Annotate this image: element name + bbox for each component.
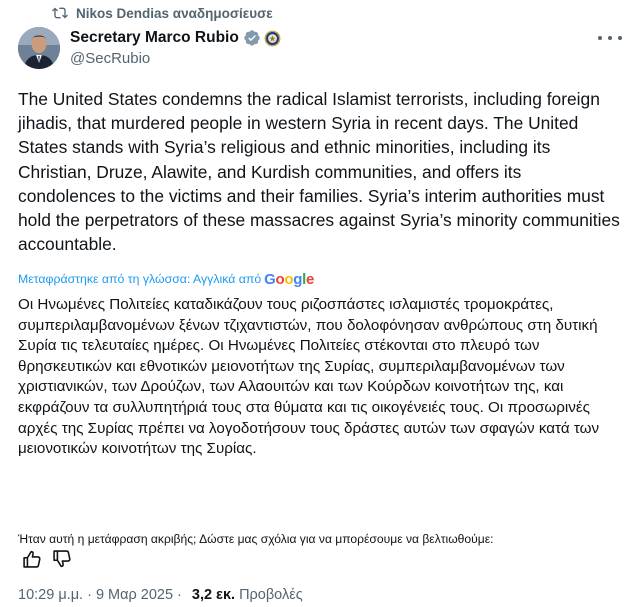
government-seal-icon[interactable]: [264, 30, 281, 47]
meta-separator: ·: [177, 587, 182, 603]
tweet-date[interactable]: 9 Μαρ 2025: [96, 587, 173, 603]
more-options-icon: [618, 36, 622, 40]
views-label: Προβολές: [239, 587, 303, 603]
meta-separator: ·: [87, 587, 92, 603]
translation-feedback-prompt: Ήταν αυτή η μετάφραση ακριβής; Δώστε μας…: [18, 532, 494, 546]
more-options-button[interactable]: [598, 28, 622, 48]
tweet-metadata: 10:29 μ.μ. · 9 Μαρ 2025 · 3,2 εκ. Προβολ…: [18, 585, 303, 605]
more-options-icon: [598, 36, 602, 40]
translation-feedback-buttons: [22, 549, 72, 569]
author-handle[interactable]: @SecRubio: [70, 50, 150, 67]
verified-badge-icon[interactable]: [243, 29, 261, 47]
tweet-time[interactable]: 10:29 μ.μ.: [18, 587, 83, 603]
retweet-label: Nikos Dendias αναδημοσίευσε: [76, 5, 273, 21]
avatar-portrait: [18, 27, 60, 69]
translation-attribution-label: Μεταφράστηκε από τη γλώσσα: Αγγλικά από: [18, 272, 262, 286]
thumbs-down-icon[interactable]: [52, 549, 72, 569]
more-options-icon: [608, 36, 612, 40]
retweet-icon: [52, 7, 68, 19]
avatar[interactable]: [18, 27, 60, 69]
google-logo: Google: [264, 270, 315, 288]
retweet-indicator[interactable]: Nikos Dendias αναδημοσίευσε: [52, 3, 273, 23]
author-display-name[interactable]: Secretary Marco Rubio: [70, 29, 239, 47]
translation-attribution[interactable]: Μεταφράστηκε από τη γλώσσα: Αγγλικά από …: [18, 269, 314, 289]
thumbs-up-icon[interactable]: [22, 549, 42, 569]
tweet-text: The United States condemns the radical I…: [18, 89, 620, 255]
views-count: 3,2 εκ.: [191, 587, 236, 603]
translated-text: Οι Ηνωμένες Πολιτείες καταδικάζουν τους …: [18, 296, 600, 458]
